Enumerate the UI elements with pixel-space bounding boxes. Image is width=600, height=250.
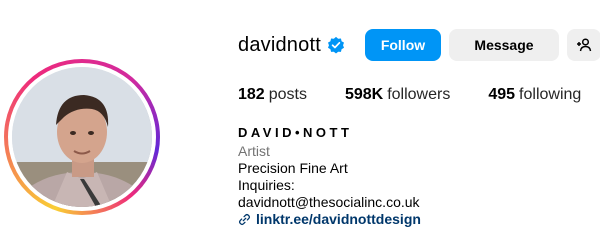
following-label: following	[519, 86, 582, 103]
display-name: DAVID•NOTT	[238, 125, 353, 140]
posts-count: 182 posts	[238, 86, 307, 104]
profile-link-text: linktr.ee/davidnottdesign	[256, 211, 421, 227]
profile-category: Artist	[238, 143, 270, 159]
add-user-button[interactable]	[566, 29, 600, 61]
profile-avatar-ring[interactable]	[4, 59, 160, 215]
followers-label: followers	[387, 86, 451, 103]
profile-bio: DAVID•NOTT Artist Precision Fine Art Inq…	[238, 124, 421, 228]
posts-label: posts	[268, 86, 307, 103]
followers-count[interactable]: 598K followers	[345, 86, 450, 104]
bio-line: Inquiries:	[238, 177, 295, 193]
verified-badge-icon	[327, 36, 344, 54]
person-add-icon	[576, 38, 592, 52]
bio-line: Precision Fine Art	[238, 160, 348, 176]
profile-header: davidnott Follow Message	[238, 28, 600, 62]
avatar-gap	[8, 63, 156, 211]
avatar[interactable]	[12, 67, 152, 207]
followers-number: 598K	[344, 86, 384, 103]
message-button[interactable]: Message	[448, 29, 559, 61]
username: davidnott	[238, 33, 321, 56]
bio-email: davidnott@thesocialinc.co.uk	[238, 194, 420, 210]
follow-button[interactable]: Follow	[364, 29, 441, 61]
posts-number: 182	[238, 86, 265, 103]
following-count[interactable]: 495 following	[488, 86, 581, 104]
link-icon	[238, 213, 251, 226]
following-number: 495	[488, 86, 516, 103]
avatar-photo	[12, 67, 152, 207]
profile-stats: 182 posts 598K followers 495 following	[238, 86, 600, 104]
profile-link[interactable]: linktr.ee/davidnottdesign	[238, 211, 421, 228]
